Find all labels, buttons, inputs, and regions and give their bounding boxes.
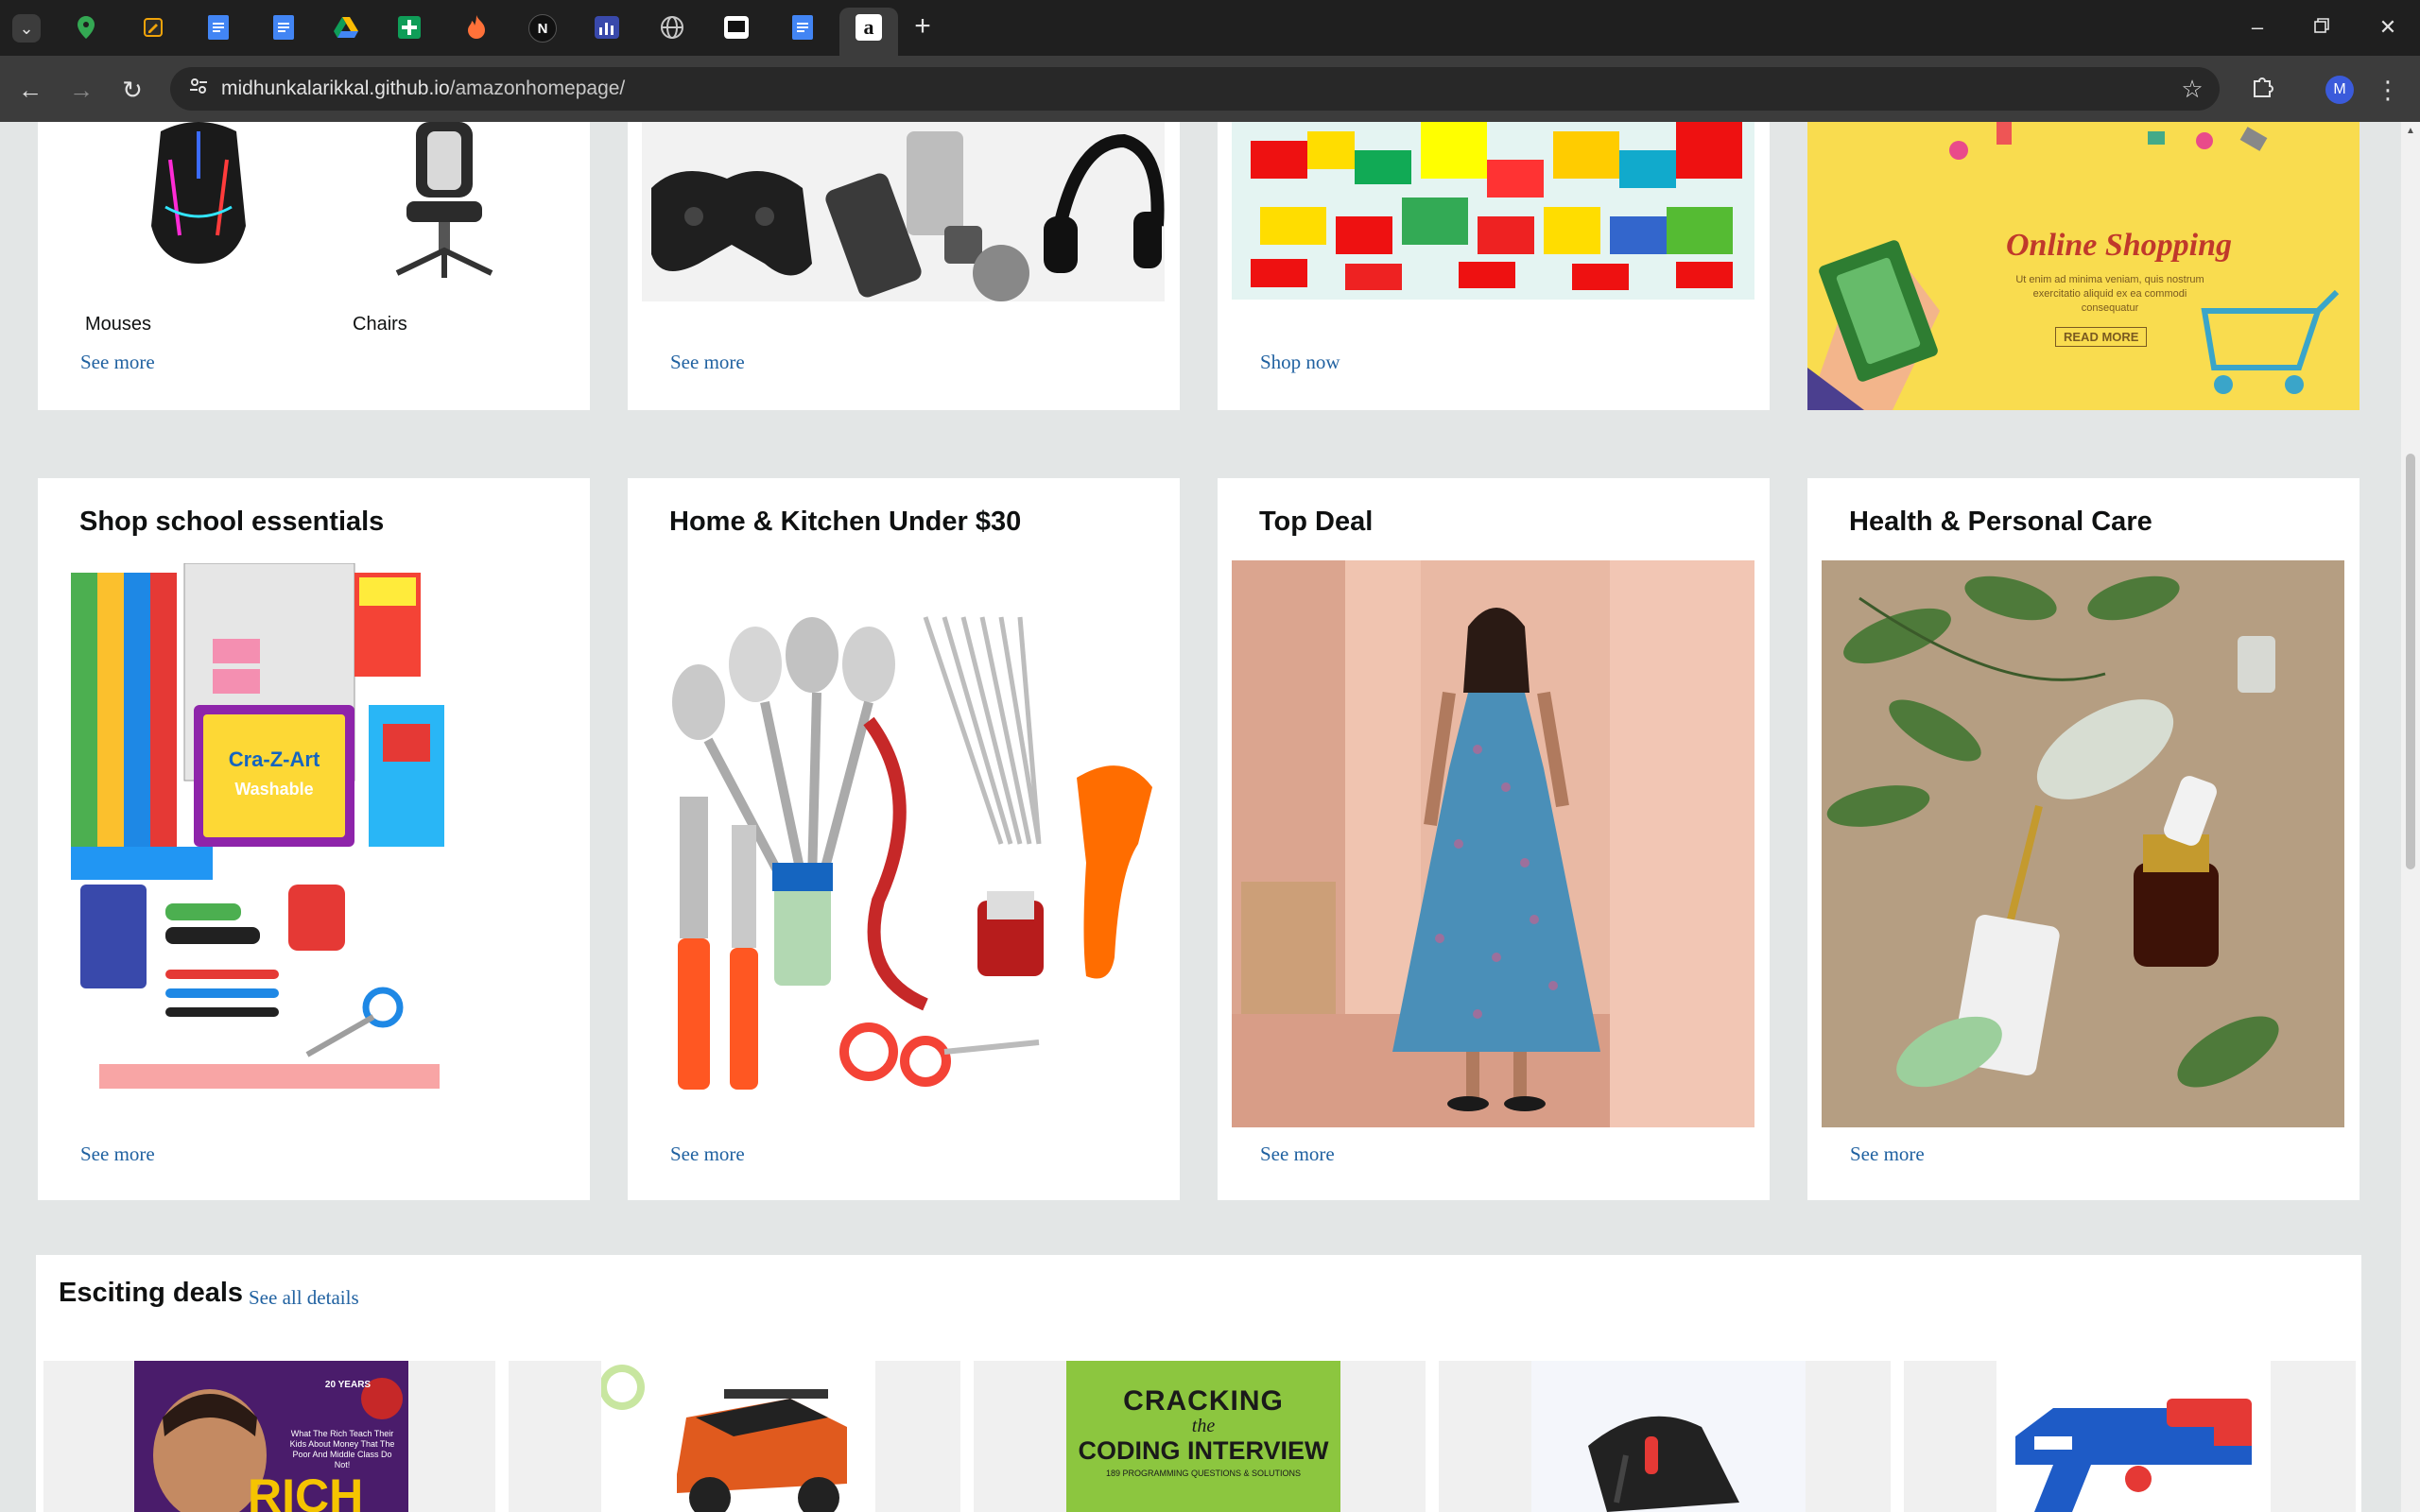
see-more-link[interactable]: See more [670, 1143, 745, 1166]
see-more-link[interactable]: See more [1260, 1143, 1335, 1166]
rich-dad-book-image[interactable]: 20 YEARS What The Rich Teach Their Kids … [134, 1361, 408, 1512]
svg-text:Washable: Washable [234, 780, 313, 799]
chart-app-icon[interactable] [594, 14, 620, 41]
url-path: /amazonhomepage/ [449, 77, 626, 99]
docs-icon[interactable] [789, 14, 816, 41]
amazon-icon[interactable]: a [856, 14, 882, 41]
svg-text:Cra-Z-Art: Cra-Z-Art [229, 747, 320, 771]
mouse-image[interactable] [113, 122, 284, 269]
card-electronics: See more [628, 122, 1180, 410]
see-more-link[interactable]: See more [80, 351, 155, 374]
card-title: Top Deal [1259, 507, 1374, 537]
card-top-deal: Top Deal See more [1218, 478, 1770, 1200]
banner-text: Ut enim ad minima veniam, quis nostrum e… [2015, 274, 2204, 314]
book-title: RICH [248, 1469, 364, 1512]
bookmark-star-icon[interactable]: ☆ [2177, 74, 2207, 104]
card-school-essentials: Shop school essentials Cra-Z-Art Washabl… [38, 478, 590, 1200]
deal-item[interactable] [509, 1361, 960, 1512]
dress-model-image[interactable] [1232, 560, 1754, 1127]
maps-pin-icon[interactable] [73, 14, 99, 41]
book-subtitle: 189 PROGRAMMING QUESTIONS & SOLUTIONS [1105, 1469, 1302, 1478]
notion-icon[interactable]: N [528, 14, 557, 43]
extensions-puzzle-icon[interactable] [2246, 74, 2280, 106]
school-supplies-image[interactable]: Cra-Z-Art Washable [71, 563, 562, 1111]
scrollbar-thumb[interactable] [2406, 454, 2415, 869]
reload-icon[interactable]: ↻ [114, 72, 150, 108]
book-title-line3: CODING INTERVIEW [1078, 1436, 1329, 1465]
kitchen-utensils-image[interactable] [642, 560, 1165, 1127]
exciting-deals-section: Esciting deals See all details 20 YEARS … [36, 1255, 2361, 1512]
sheets-plus-icon[interactable] [396, 14, 423, 41]
minimize-icon[interactable]: – [2238, 11, 2276, 43]
tab-search-dropdown-icon[interactable]: ⌄ [12, 14, 41, 43]
see-all-details-link[interactable]: See all details [249, 1286, 359, 1310]
deal-item[interactable]: CRACKING the CODING INTERVIEW 189 PROGRA… [974, 1361, 1426, 1512]
docs-icon[interactable] [270, 14, 297, 41]
docs-icon[interactable] [205, 14, 232, 41]
tab-bar: ⌄ N a + – ✕ [0, 0, 2420, 56]
card-online-shopping-banner[interactable]: Online Shopping Ut enim ad minima veniam… [1807, 122, 2360, 410]
forward-arrow-icon[interactable]: → [63, 72, 99, 108]
face-roller-image[interactable] [1822, 560, 2344, 1127]
card-title: Health & Personal Care [1849, 507, 2152, 537]
page-viewport: Mouses Chairs See more See more Shop now… [0, 122, 2401, 1512]
shop-now-link[interactable]: Shop now [1260, 351, 1340, 374]
toy-blaster-image[interactable] [1996, 1361, 2271, 1512]
banner-read-more-button[interactable]: READ MORE [2055, 327, 2148, 347]
drive-icon[interactable] [333, 14, 359, 41]
banner-title: Online Shopping [2006, 228, 2233, 263]
back-arrow-icon[interactable]: ← [12, 72, 48, 108]
flame-icon[interactable] [463, 14, 490, 41]
card-toys: Shop now [1218, 122, 1770, 410]
card-title: Home & Kitchen Under $30 [669, 507, 1022, 537]
gaming-mouse-image[interactable] [1531, 1361, 1806, 1512]
electronics-image[interactable] [642, 122, 1165, 301]
label-mouses[interactable]: Mouses [85, 314, 151, 335]
chair-image[interactable] [359, 122, 529, 283]
browser-menu-icon[interactable]: ⋮ [2376, 72, 2400, 108]
see-more-link[interactable]: See more [80, 1143, 155, 1166]
book-title-line2: the [1191, 1416, 1216, 1436]
cracking-coding-interview-image[interactable]: CRACKING the CODING INTERVIEW 189 PROGRA… [1066, 1361, 1340, 1512]
label-chairs[interactable]: Chairs [353, 314, 407, 335]
site-info-icon[interactable] [185, 76, 212, 102]
lego-blocks-image[interactable] [1232, 122, 1754, 300]
book-tagline: What The Rich Teach Their Kids About Mon… [289, 1429, 395, 1469]
url-host: midhunkalarikkal.github.io [221, 77, 450, 99]
new-tab-plus-icon[interactable]: + [908, 12, 937, 42]
card-title: Shop school essentials [79, 507, 385, 537]
monitor-icon[interactable] [723, 14, 750, 41]
book-badge: 20 YEARS [324, 1380, 372, 1390]
close-window-icon[interactable]: ✕ [2369, 11, 2407, 43]
toy-jeep-image[interactable] [601, 1361, 875, 1512]
profile-avatar[interactable]: M [2325, 76, 2354, 104]
card-gaming-accessories: Mouses Chairs See more [38, 122, 590, 410]
card-health-personal-care: Health & Personal Care See more [1807, 478, 2360, 1200]
see-more-link[interactable]: See more [1850, 1143, 1925, 1166]
deal-item[interactable]: 20 YEARS What The Rich Teach Their Kids … [43, 1361, 495, 1512]
deals-title: Esciting deals [59, 1278, 244, 1308]
pencil-app-icon[interactable] [140, 14, 166, 41]
restore-icon[interactable] [2303, 11, 2341, 43]
deal-item[interactable] [1904, 1361, 2356, 1512]
globe-icon[interactable] [659, 14, 685, 41]
url-text[interactable]: midhunkalarikkal.github.io/amazonhomepag… [221, 77, 625, 101]
online-shopping-illustration [1807, 122, 2360, 410]
card-home-kitchen: Home & Kitchen Under $30 See more [628, 478, 1180, 1200]
book-title-line1: CRACKING [1123, 1385, 1284, 1417]
deal-item[interactable] [1439, 1361, 1891, 1512]
see-more-link[interactable]: See more [670, 351, 745, 374]
scroll-up-arrow-icon[interactable]: ▲ [2402, 125, 2419, 138]
